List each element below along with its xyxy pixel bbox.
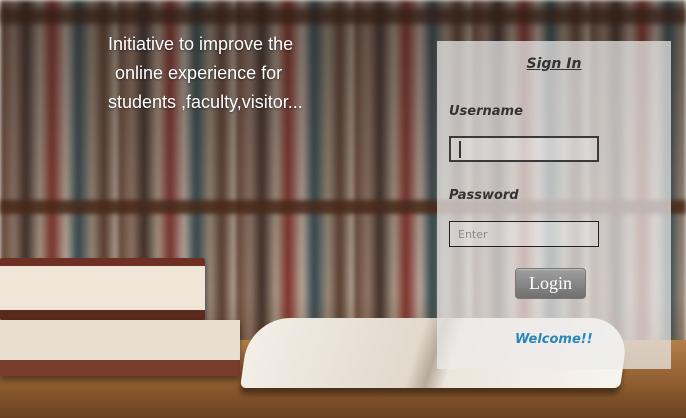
book-stack-bottom: [0, 320, 240, 376]
username-label: Username: [449, 104, 523, 119]
username-input[interactable]: [449, 136, 599, 162]
shelf-top: [0, 8, 686, 24]
book-stack-top: [0, 258, 205, 320]
tagline: Initiative to improve the online experie…: [108, 30, 348, 117]
text-caret: [459, 141, 461, 158]
password-input[interactable]: [449, 221, 599, 247]
tagline-line-2: online experience for: [115, 63, 283, 83]
sign-in-title: Sign In: [526, 56, 582, 72]
password-label: Password: [449, 188, 519, 203]
tagline-line-1: Initiative to improve the: [108, 34, 294, 54]
welcome-message: Welcome!!: [515, 332, 593, 347]
sign-in-panel: Sign In Username Password Login Welcome!…: [437, 41, 671, 369]
login-button[interactable]: Login: [515, 268, 586, 299]
tagline-line-3: students ,faculty,visitor...: [108, 92, 303, 112]
